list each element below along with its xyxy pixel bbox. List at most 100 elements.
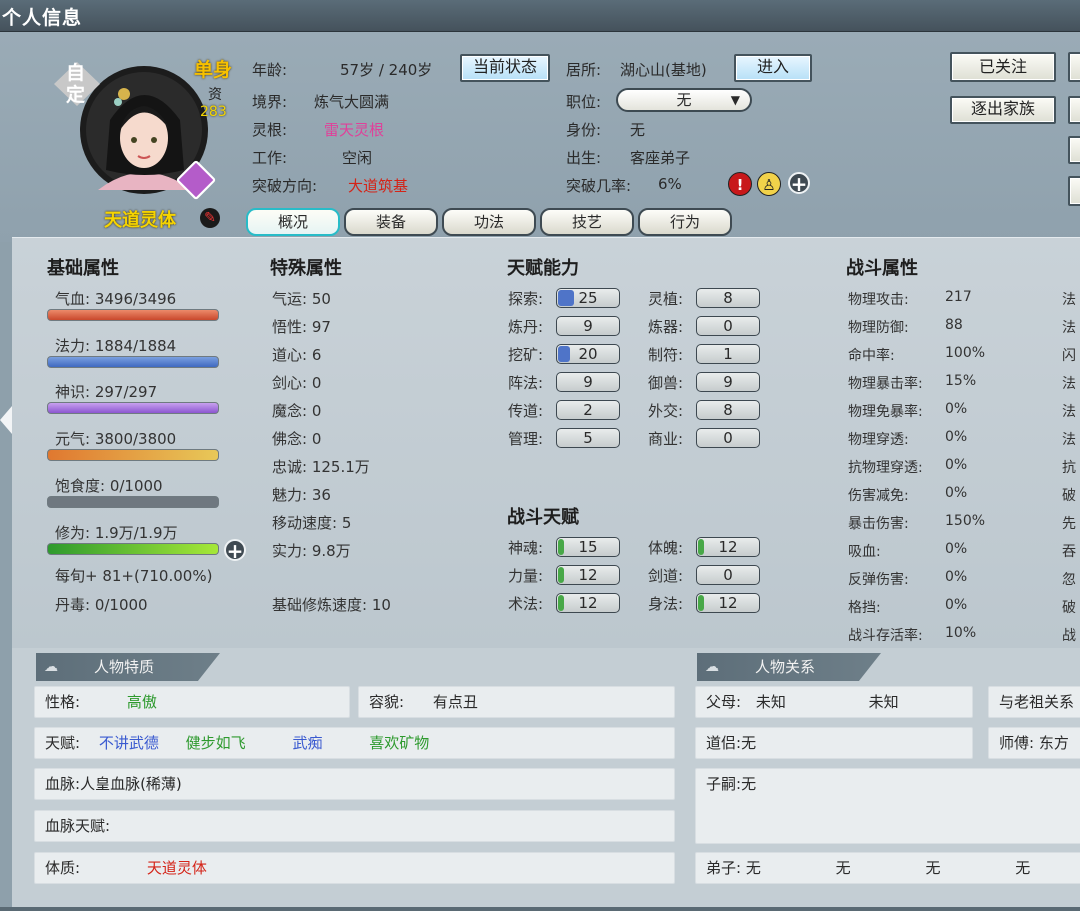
disciple-item[interactable]: 无 — [836, 859, 851, 877]
parents-row: 父母: 未知 未知 — [695, 686, 973, 718]
self-mark-text: 自定 — [66, 62, 86, 106]
combat-label: 格挡: — [848, 600, 881, 616]
vital-label: 元气: 3800/3800 — [55, 430, 177, 448]
tab-behavior[interactable]: 行为 — [638, 208, 732, 236]
constitution-value: 天道灵体 — [146, 859, 207, 877]
talent-value: 8 — [723, 289, 733, 307]
age-value: 57岁 / 240岁 — [340, 61, 433, 79]
disciple-item[interactable]: 无 — [925, 859, 940, 877]
hp-bar — [47, 309, 219, 321]
tab-crafts[interactable]: 技艺 — [540, 208, 634, 236]
gift-item[interactable]: 武痴 — [292, 734, 322, 752]
master-value[interactable]: 师傅: 东方 — [999, 734, 1069, 752]
status-button[interactable]: 当前状态 — [460, 54, 550, 82]
combat-talent-box: 12 — [556, 593, 620, 613]
side-button[interactable] — [1068, 96, 1080, 124]
talent-label: 外交: — [648, 402, 684, 420]
tab-equipment[interactable]: 装备 — [344, 208, 438, 236]
talent-value: 5 — [583, 429, 593, 447]
add-cultivation-icon[interactable]: + — [224, 539, 246, 561]
root-value: 雷天灵根 — [324, 121, 385, 139]
personality-value: 高傲 — [126, 693, 157, 711]
cultivation-label: 修为: 1.9万/1.9万 — [55, 524, 178, 542]
identity-label: 身份: — [566, 121, 602, 139]
combat-label: 暴击伤害: — [848, 516, 909, 532]
gift-label: 天赋: — [45, 734, 81, 752]
looks-row: 容貌: 有点丑 — [358, 686, 675, 718]
birth-label: 出生: — [566, 149, 602, 167]
special-item: 魔念: 0 — [272, 402, 322, 420]
talent-value: 1 — [723, 345, 733, 363]
looks-value: 有点丑 — [432, 693, 478, 711]
personality-label: 性格: — [45, 693, 81, 711]
parent-1[interactable]: 未知 — [756, 693, 786, 711]
combat-talent-box: 12 — [696, 593, 760, 613]
talent-value: 25 — [578, 289, 598, 307]
talent-box: 25 — [556, 288, 620, 308]
disciple-item[interactable]: 无 — [746, 859, 761, 877]
side-button[interactable] — [1068, 136, 1080, 164]
cloud-icon: ☁ — [44, 659, 58, 675]
warning-icon[interactable]: ! — [728, 172, 752, 196]
talent-value: 20 — [578, 345, 598, 363]
position-dropdown[interactable]: 无 ▼ — [616, 88, 752, 112]
breakthrough-label: 突破方向: — [252, 177, 318, 195]
side-button[interactable] — [1068, 176, 1080, 206]
physique-name: 天道灵体 — [104, 210, 176, 231]
basic-title: 基础属性 — [47, 258, 119, 279]
parents-label: 父母: — [706, 693, 742, 711]
enter-button[interactable]: 进入 — [734, 54, 812, 82]
aptitude-value: 283 — [200, 104, 227, 120]
vital-bar — [47, 449, 219, 461]
ancestor-row: 与老祖关系 — [988, 686, 1080, 718]
talent-label: 御兽: — [648, 374, 684, 392]
combat-value: 217 — [945, 289, 972, 305]
hp-label: 气血: 3496/3496 — [55, 290, 177, 308]
combat-value: 10% — [945, 625, 977, 641]
meditation-icon[interactable]: ♙ — [757, 172, 781, 196]
blood-row: 血脉:人皇血脉(稀薄) — [34, 768, 675, 800]
side-button[interactable] — [1068, 52, 1080, 82]
bottom-border — [0, 907, 1080, 911]
children-row: 子嗣:无 — [695, 768, 1080, 844]
follow-button[interactable]: 已关注 — [950, 52, 1056, 82]
physique-detail-icon[interactable]: ✎ — [200, 208, 220, 228]
combat-cut-label: 吞 — [1062, 544, 1076, 560]
gift-item[interactable]: 健步如飞 — [186, 734, 246, 752]
special-item: 悟性: 97 — [272, 318, 331, 336]
tab-overview[interactable]: 概况 — [246, 208, 340, 236]
combat-cut-label: 先 — [1062, 516, 1076, 532]
pill-poison: 丹毒: 0/1000 — [55, 596, 148, 614]
realm-value: 炼气大圆满 — [314, 93, 390, 111]
partner-value: 无 — [741, 734, 757, 752]
combat-value: 0% — [945, 597, 968, 613]
children-value: 无 — [741, 775, 757, 793]
left-arrow-icon[interactable] — [0, 406, 12, 434]
talent-value: 0 — [723, 429, 733, 447]
expel-button[interactable]: 逐出家族 — [950, 96, 1056, 124]
gift-item[interactable]: 喜欢矿物 — [369, 734, 429, 752]
disciple-item[interactable]: 无 — [1015, 859, 1030, 877]
tab-skills[interactable]: 功法 — [442, 208, 536, 236]
combat-cut-label: 闪 — [1062, 348, 1076, 364]
sense-bar — [47, 402, 219, 414]
combat-label: 物理免暴率: — [848, 404, 923, 420]
position-label: 职位: — [566, 93, 602, 111]
combat-value: 150% — [945, 513, 986, 529]
realm-label: 境界: — [252, 93, 288, 111]
parent-2[interactable]: 未知 — [869, 693, 899, 711]
talent-label: 传道: — [508, 402, 544, 420]
combat-label: 命中率: — [848, 348, 895, 364]
relations-banner: ☁ 人物关系 — [697, 653, 881, 681]
gift-item[interactable]: 不讲武德 — [99, 734, 159, 752]
special-item: 实力: 9.8万 — [272, 542, 351, 560]
talent-value: 2 — [583, 401, 593, 419]
talent-box: 1 — [696, 344, 760, 364]
combat-talent-label: 力量: — [508, 567, 544, 585]
gift-row: 天赋: 不讲武德 健步如飞 武痴 喜欢矿物 — [34, 727, 675, 759]
talent-box: 0 — [696, 428, 760, 448]
position-value: 无 — [676, 91, 692, 109]
add-icon[interactable]: + — [788, 172, 810, 194]
cloud-icon: ☁ — [705, 659, 719, 675]
combat-cut-label: 破 — [1062, 488, 1076, 504]
